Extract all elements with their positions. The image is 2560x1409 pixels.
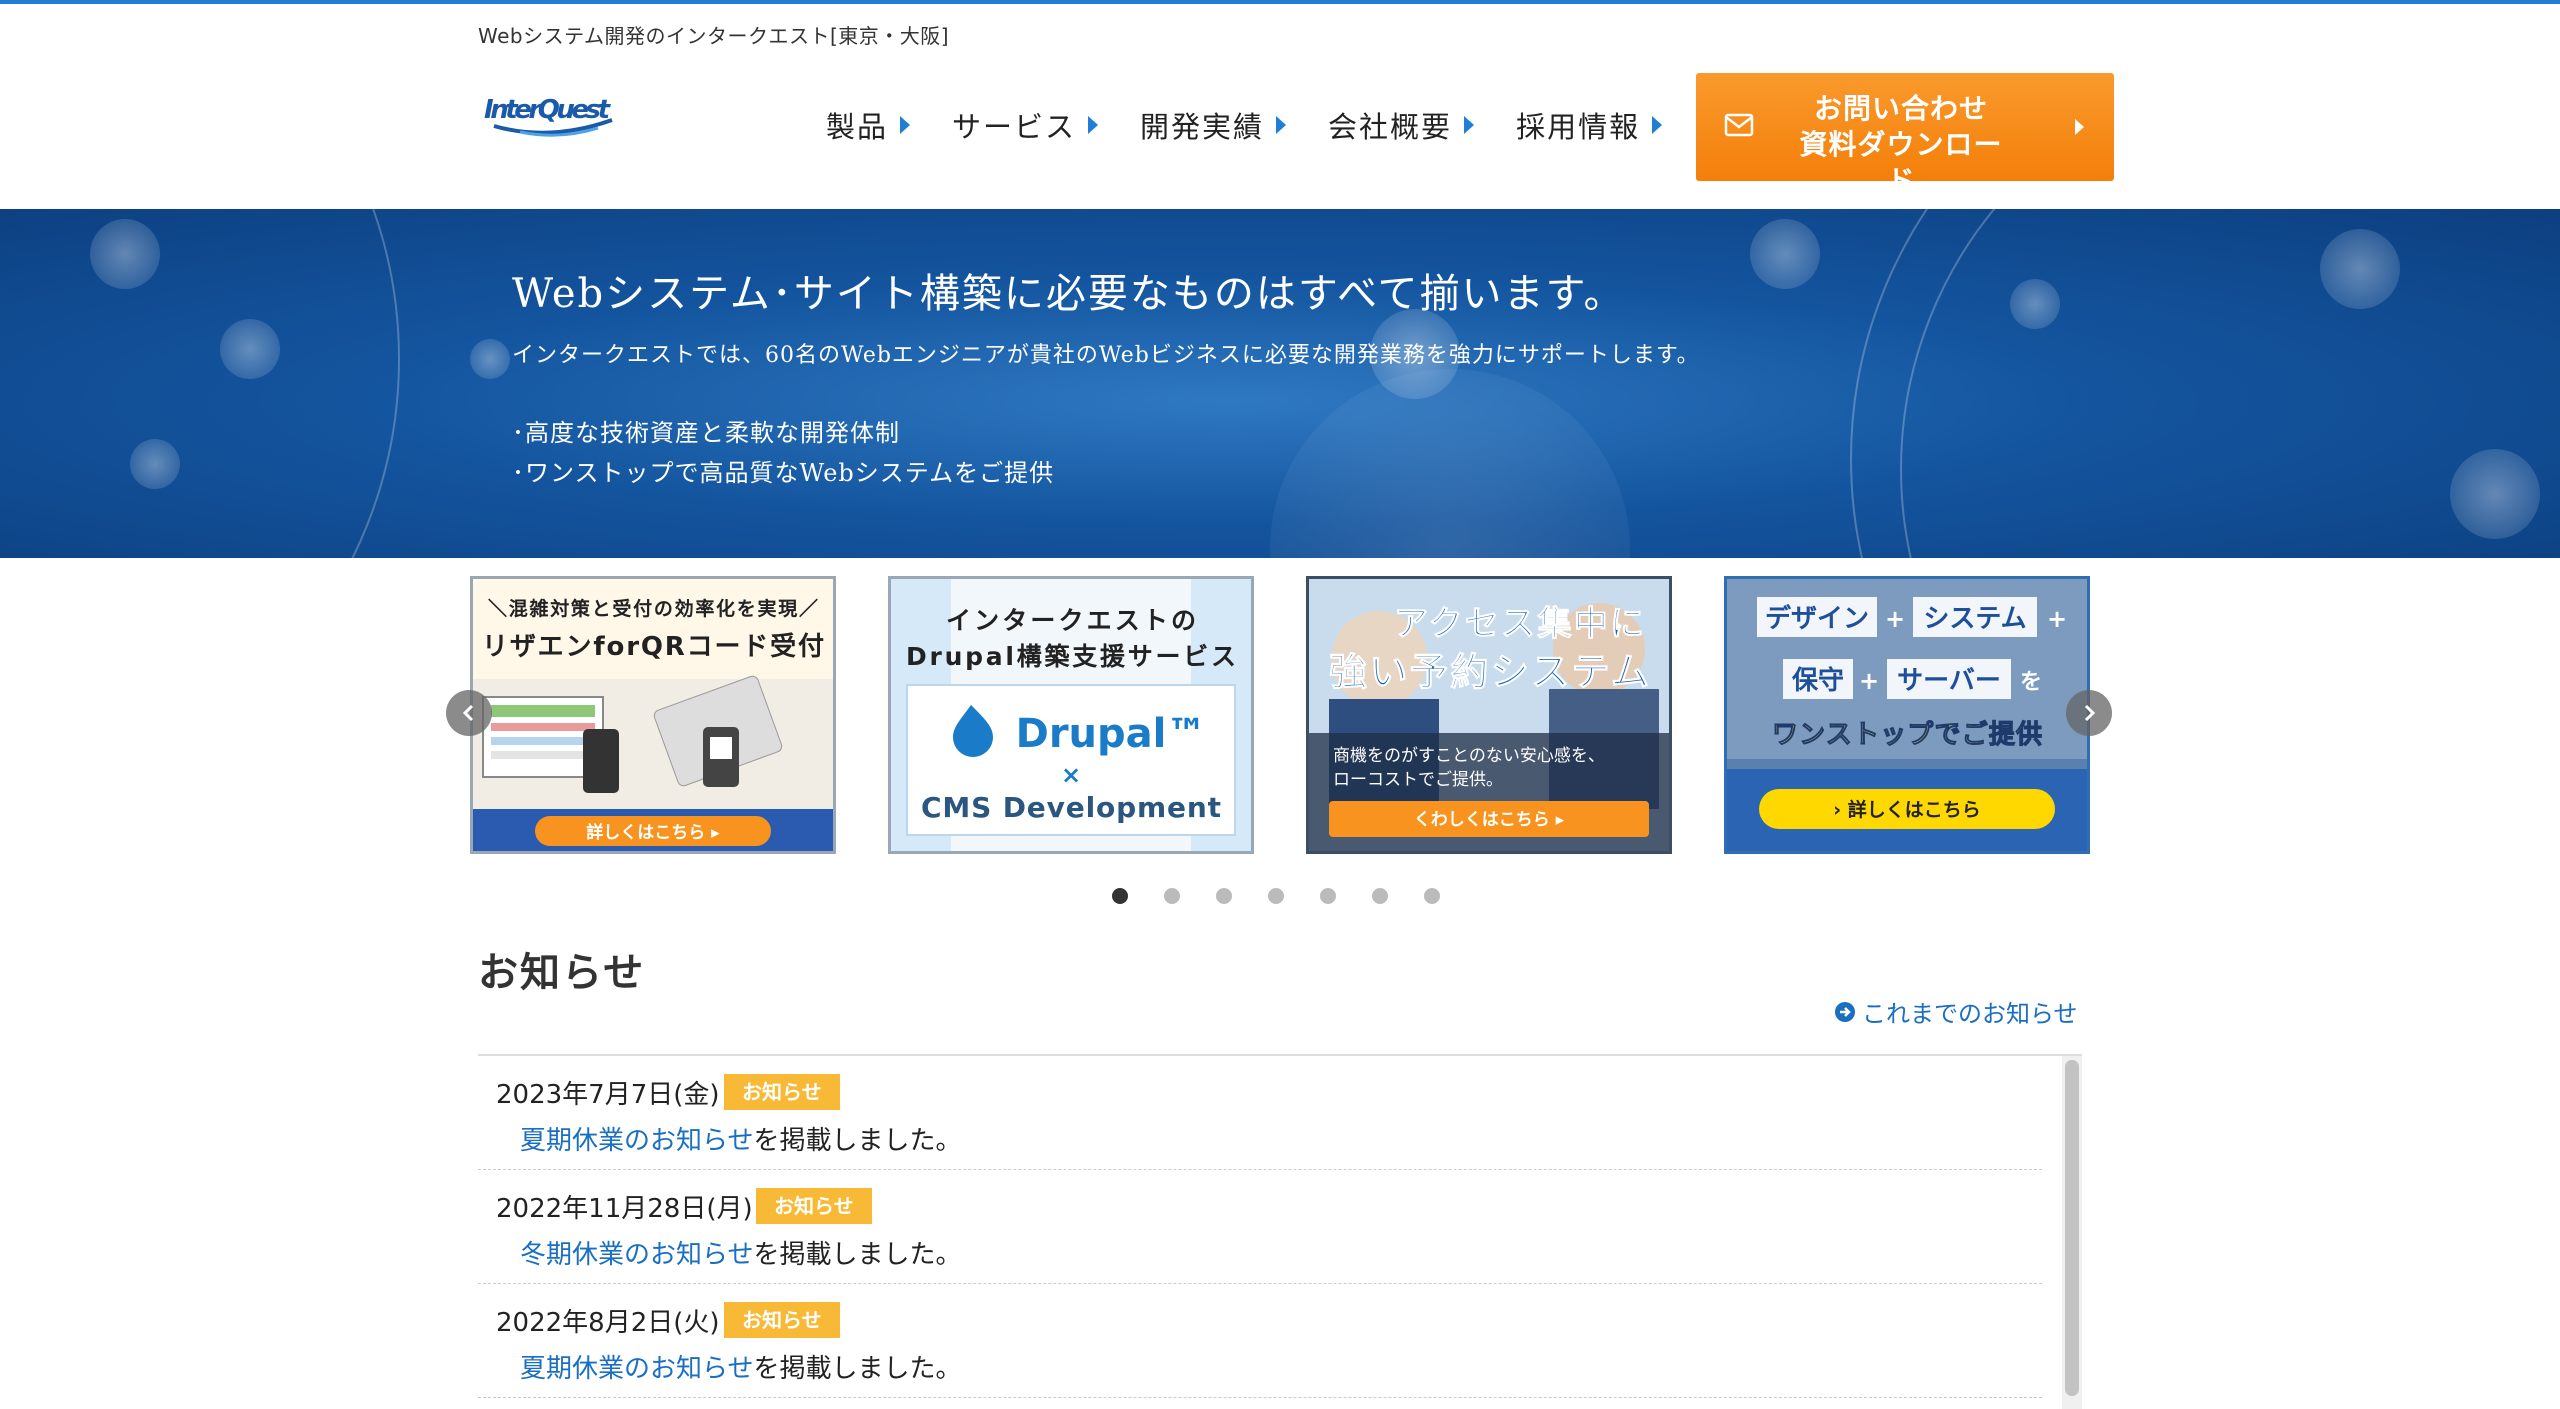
top-accent-line xyxy=(0,0,2560,4)
nav-products[interactable]: 製品 xyxy=(826,104,911,146)
hero-banner: Webシステム･サイト構築に必要なものはすべて揃います。 インタークエストでは、… xyxy=(0,209,2560,558)
carousel-dots xyxy=(1112,888,1440,904)
carousel-dot[interactable] xyxy=(1216,888,1232,904)
caret-right-icon xyxy=(1088,116,1099,134)
hero-subtitle: インタークエストでは、60名のWebエンジニアが貴社のWebビジネスに必要な開発… xyxy=(512,343,1700,368)
caret-right-icon xyxy=(900,116,911,134)
interquest-logo[interactable]: InterQuest xyxy=(480,88,620,148)
circle-arrow-right-icon xyxy=(1835,1001,1855,1022)
cta-line1: お問い合わせ xyxy=(1813,92,1988,125)
news-heading: お知らせ xyxy=(478,950,646,996)
nav-works[interactable]: 開発実績 xyxy=(1140,104,1287,146)
slide1-top: ＼混雑対策と受付の効率化を実現／ xyxy=(488,597,818,620)
caret-right-icon xyxy=(1652,116,1663,134)
news-badge: お知らせ xyxy=(724,1302,840,1338)
carousel-next-button[interactable] xyxy=(2066,690,2112,736)
slide3-desc2: ローコストでご提供。 xyxy=(1333,770,1503,790)
drupal-logo-text: Drupal™ xyxy=(1016,711,1207,757)
slide4-maintenance: 保守 xyxy=(1791,665,1844,696)
slide3-button: くわしくはこちら ▸ xyxy=(1414,810,1565,830)
banner-carousel: ＼混雑対策と受付の効率化を実現／ リザエンforQRコード受付 詳しくはこちら … xyxy=(0,576,2560,856)
news-list: 2023年7月7日(金) お知らせ 夏期休業のお知らせを掲載しました。 2022… xyxy=(478,1054,2082,1409)
hero-bullet: ･ワンストップで高品質なWebシステムをご提供 xyxy=(512,459,1055,487)
slide4-server: サーバー xyxy=(1897,666,2001,696)
carousel-dot[interactable] xyxy=(1372,888,1388,904)
hero-title: Webシステム･サイト構築に必要なものはすべて揃います。 xyxy=(512,271,1626,317)
hero-bullet: ･高度な技術資産と柔軟な開発体制 xyxy=(512,419,900,447)
slide-reservation-system[interactable]: アクセス集中に 強い予約システム 商機をのがすことのない安心感を、 ローコストで… xyxy=(1306,576,1672,854)
slide2-top: インタークエストの xyxy=(946,606,1196,635)
slide4-system: システム xyxy=(1923,604,2026,634)
nav-services[interactable]: サービス xyxy=(952,104,1099,146)
slide4-button: › 詳しくはこちら xyxy=(1833,798,1980,821)
news-scrollbar[interactable] xyxy=(2062,1056,2082,1409)
carousel-dot[interactable] xyxy=(1112,888,1128,904)
carousel-dot[interactable] xyxy=(1164,888,1180,904)
carousel-prev-button[interactable] xyxy=(446,690,492,736)
contact-download-button[interactable]: お問い合わせ 資料ダウンロード xyxy=(1696,73,2114,197)
scrollbar-thumb[interactable] xyxy=(2065,1060,2079,1396)
caret-right-icon xyxy=(1276,116,1287,134)
slide1-button: 詳しくはこちら ▸ xyxy=(586,822,720,843)
slide2-cross: × xyxy=(1061,761,1081,789)
slide3-title1: アクセス集中に xyxy=(1394,604,1644,644)
svg-text:+: + xyxy=(1859,667,1879,695)
nav-company[interactable]: 会社概要 xyxy=(1328,104,1475,146)
news-date: 2022年8月2日(火) xyxy=(496,1308,720,1338)
chevron-left-icon xyxy=(462,704,474,722)
slide3-desc1: 商機をのがすことのない安心感を、 xyxy=(1333,746,1605,766)
news-date: 2023年7月7日(金) xyxy=(496,1080,720,1110)
news-item: 2022年11月28日(月) お知らせ 冬期休業のお知らせを掲載しました。 xyxy=(478,1170,2042,1284)
chevron-right-icon xyxy=(2084,704,2096,722)
svg-text:InterQuest: InterQuest xyxy=(484,95,612,125)
slide4-design: デザイン xyxy=(1765,603,1869,634)
news-item: 2022年8月2日(火) お知らせ 夏期休業のお知らせを掲載しました。 xyxy=(478,1284,2042,1398)
news-archive-link[interactable]: これまでのお知らせ xyxy=(1834,994,2078,1029)
carousel-dot[interactable] xyxy=(1320,888,1336,904)
news-link[interactable]: 冬期休業のお知らせ xyxy=(520,1240,753,1270)
news-link[interactable]: 夏期休業のお知らせ xyxy=(520,1126,753,1156)
slide4-title: ワンストップでご提供 xyxy=(1772,719,2042,750)
slide-one-stop[interactable]: デザイン + システム + 保守 + サーバー を ワンストップでご提供 › 詳… xyxy=(1724,576,2090,854)
caret-right-icon xyxy=(1464,116,1475,134)
news-badge: お知らせ xyxy=(724,1074,840,1110)
svg-text:+: + xyxy=(2047,605,2067,633)
svg-text:を: を xyxy=(2020,670,2042,695)
news-badge: お知らせ xyxy=(756,1188,872,1224)
carousel-dot[interactable] xyxy=(1268,888,1284,904)
carousel-dot[interactable] xyxy=(1424,888,1440,904)
slide-drupal[interactable]: インタークエストの Drupal構築支援サービス Drupal™ × CMS D… xyxy=(888,576,1254,854)
slide2-footer: CMS Development xyxy=(921,791,1221,824)
caret-right-icon xyxy=(2075,119,2084,135)
nav-recruit[interactable]: 採用情報 xyxy=(1516,104,1663,146)
news-link[interactable]: 夏期休業のお知らせ xyxy=(520,1354,753,1384)
slide1-title: リザエンforQRコード受付 xyxy=(482,631,824,662)
mail-icon xyxy=(1724,113,1754,137)
slide-qr-reception[interactable]: ＼混雑対策と受付の効率化を実現／ リザエンforQRコード受付 詳しくはこちら … xyxy=(470,576,836,854)
news-item: 2023年7月7日(金) お知らせ 夏期休業のお知らせを掲載しました。 xyxy=(478,1056,2042,1170)
svg-text:+: + xyxy=(1885,605,1905,633)
news-date: 2022年11月28日(月) xyxy=(496,1194,753,1224)
main-nav: 製品 サービス 開発実績 会社概要 採用情報 xyxy=(826,104,1704,146)
cta-line2: 資料ダウンロード xyxy=(1799,128,2003,197)
site-tagline: Webシステム開発のインタークエスト[東京・大阪] xyxy=(478,24,950,48)
